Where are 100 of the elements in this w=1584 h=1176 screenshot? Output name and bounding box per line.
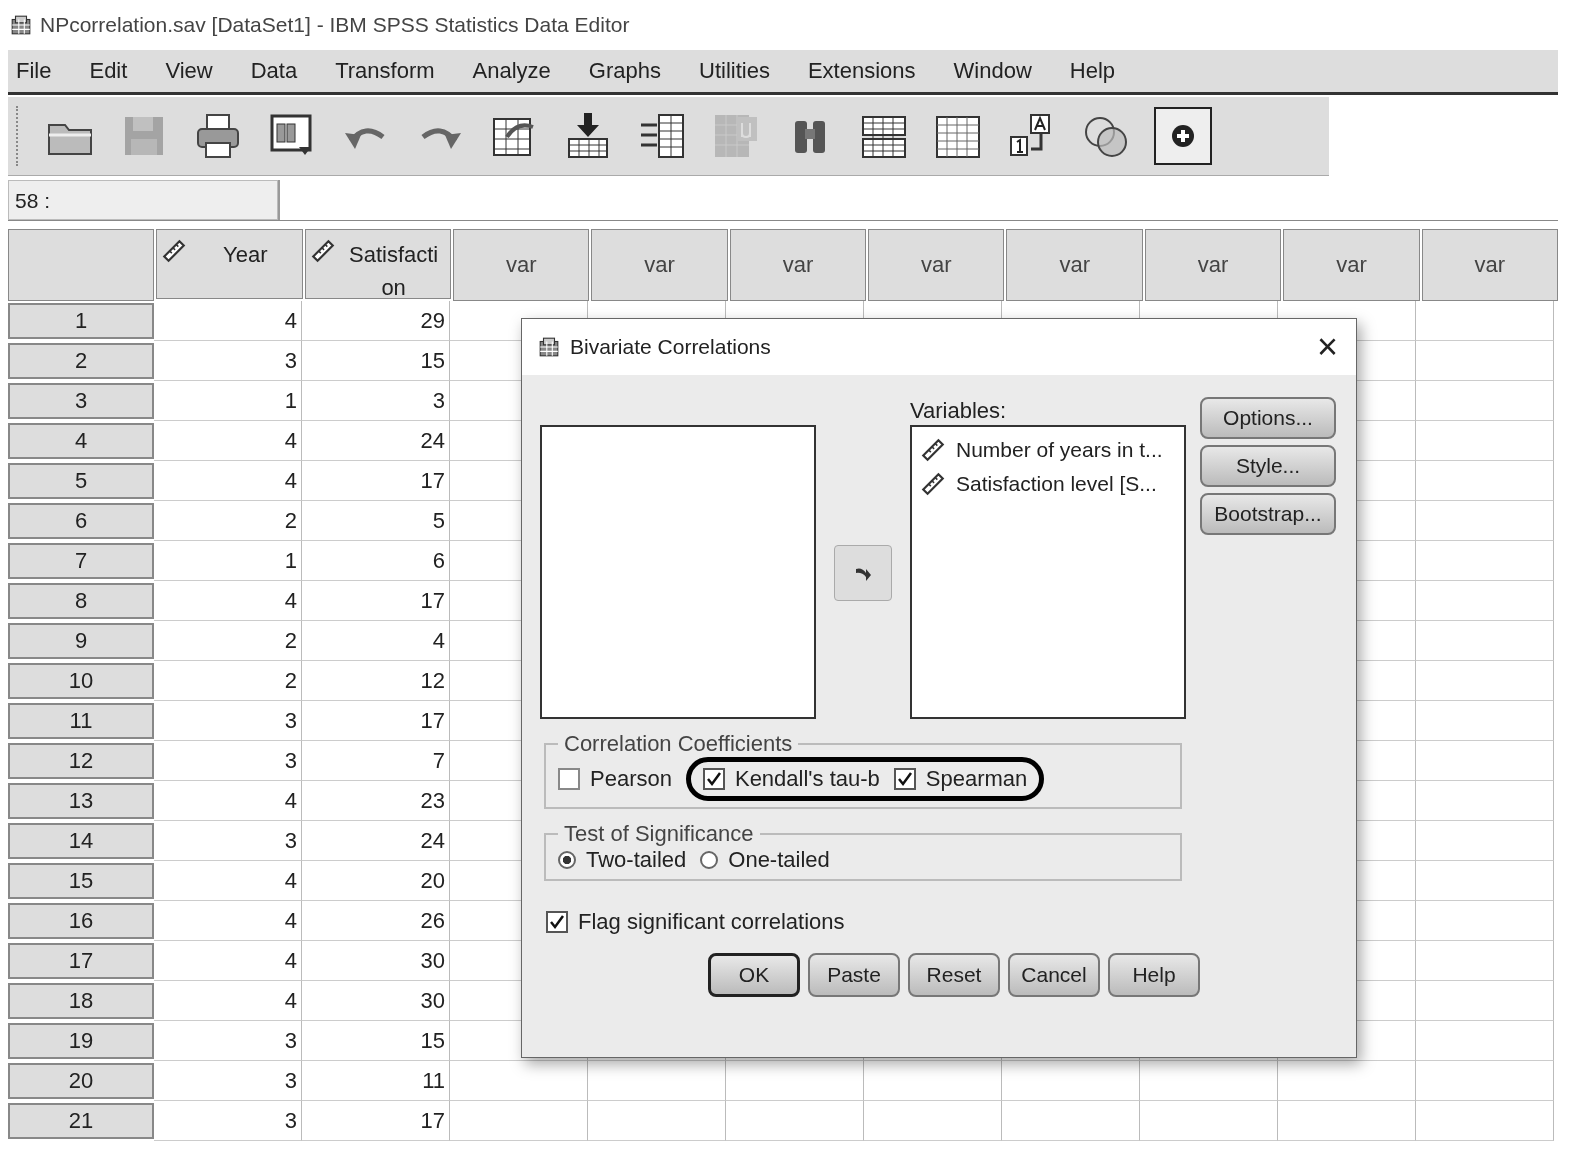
table-cell: 2 [154, 661, 302, 701]
close-button[interactable]: × [1298, 326, 1356, 368]
dialog-title: Bivariate Correlations [570, 335, 772, 359]
dialog-button[interactable]: Help [1108, 953, 1200, 997]
checkbox-label[interactable]: Pearson [590, 766, 672, 792]
row-number[interactable]: 9 [8, 623, 154, 659]
checkbox-label[interactable]: Spearman [925, 766, 1028, 792]
dialog-button[interactable]: OK [708, 953, 800, 997]
dialog-button[interactable]: Cancel [1008, 953, 1100, 997]
column-header[interactable]: var [453, 229, 590, 301]
row-number[interactable]: 7 [8, 543, 154, 579]
column-header[interactable]: var [1421, 229, 1558, 301]
menu-item[interactable]: Extensions [807, 58, 916, 84]
group-title: Correlation Coefficients [563, 731, 794, 757]
column-header[interactable]: var [729, 229, 867, 301]
menu-item[interactable]: Transform [335, 58, 435, 84]
menu-item[interactable]: Analyze [472, 58, 551, 84]
checkbox[interactable] [546, 911, 568, 933]
app-icon [538, 336, 560, 358]
variable-item[interactable]: Number of years in t... [956, 438, 1163, 462]
group-title: Test of Significance [563, 821, 755, 847]
dialog-button[interactable]: Reset [908, 953, 1000, 997]
dialog-button[interactable]: Style... [1200, 445, 1336, 487]
table-cell: 24 [302, 421, 450, 461]
checkbox[interactable] [702, 768, 725, 790]
column-name: var [1197, 252, 1229, 278]
row-number[interactable]: 19 [8, 1023, 154, 1059]
row-number[interactable]: 21 [8, 1103, 154, 1139]
row-number[interactable]: 17 [8, 943, 154, 979]
table-cell: 26 [302, 901, 450, 941]
menu-item[interactable]: Graphs [588, 58, 661, 84]
row-number[interactable]: 16 [8, 903, 154, 939]
checkbox-label[interactable]: Flag significant correlations [578, 909, 845, 935]
dialog-button[interactable]: Paste [808, 953, 900, 997]
menu-item[interactable]: View [165, 58, 213, 84]
menu-item[interactable]: Utilities [699, 58, 770, 84]
row-number[interactable]: 1 [8, 303, 154, 339]
checkbox[interactable] [558, 768, 580, 790]
table-cell: 17 [302, 581, 450, 621]
dialog-button[interactable]: Bootstrap... [1200, 493, 1336, 535]
checkbox-label[interactable]: Kendall's tau-b [734, 766, 880, 792]
menu-item[interactable]: Edit [89, 58, 128, 84]
variables-list[interactable]: Number of years in t... Satisfaction level [S... [910, 425, 1186, 719]
column-name: var [505, 252, 537, 278]
source-list[interactable] [540, 425, 816, 719]
table-cell: 4 [154, 581, 302, 621]
radio-button[interactable] [558, 851, 576, 869]
column-header[interactable]: Year [156, 229, 303, 299]
row-number[interactable]: 12 [8, 743, 154, 779]
table-cell: 3 [154, 741, 302, 781]
dialog-button[interactable]: Options... [1200, 397, 1336, 439]
move-arrow-button[interactable] [834, 545, 892, 601]
table-cell: 3 [302, 381, 450, 421]
table-cell: 2 [154, 621, 302, 661]
table-cell: 4 [154, 461, 302, 501]
column-header[interactable]: var [591, 229, 728, 301]
table-cell: 4 [154, 421, 302, 461]
table-cell: 15 [302, 1021, 450, 1061]
table-cell: 4 [154, 781, 302, 821]
menu-item[interactable]: Data [250, 58, 298, 84]
row-number[interactable]: 10 [8, 663, 154, 699]
table-cell: 1 [154, 381, 302, 421]
column-header[interactable]: var [1006, 229, 1143, 301]
row-number[interactable]: 4 [8, 423, 154, 459]
column-name: var [1059, 252, 1090, 278]
table-cell: 3 [154, 701, 302, 741]
menu-item[interactable]: Help [1069, 58, 1116, 84]
row-number[interactable]: 13 [8, 783, 154, 819]
row-number[interactable]: 6 [8, 503, 154, 539]
row-number[interactable]: 3 [8, 383, 154, 419]
column-header[interactable]: var [1283, 229, 1420, 301]
column-header[interactable]: var [868, 229, 1005, 301]
menu-item[interactable]: File [16, 58, 52, 84]
menu-item[interactable]: Window [953, 58, 1032, 84]
table-cell: 29 [302, 301, 450, 341]
checkbox[interactable] [893, 768, 916, 790]
radio-label[interactable]: One-tailed [728, 847, 830, 873]
column-header[interactable]: Satisfaction [304, 229, 451, 299]
row-number[interactable]: 18 [8, 983, 154, 1019]
row-number[interactable]: 14 [8, 823, 154, 859]
cell-reference: 58 : [8, 180, 278, 220]
radio-button[interactable] [700, 851, 719, 869]
column-header[interactable]: var [1144, 229, 1282, 301]
table-cell: 2 [154, 501, 302, 541]
row-number[interactable]: 11 [8, 703, 154, 739]
row-number[interactable]: 15 [8, 863, 154, 899]
row-number[interactable]: 8 [8, 583, 154, 619]
column-name: Year [222, 241, 269, 269]
radio-label[interactable]: Two-tailed [586, 847, 687, 873]
app-icon [10, 14, 32, 36]
row-number[interactable]: 2 [8, 343, 154, 379]
row-number[interactable]: 5 [8, 463, 154, 499]
table-cell: 30 [302, 941, 450, 981]
column-name: var [1474, 252, 1506, 278]
table-cell: 3 [154, 1061, 302, 1101]
table-cell: 3 [154, 821, 302, 861]
column-name: var [1336, 252, 1367, 278]
variable-item[interactable]: Satisfaction level [S... [956, 472, 1157, 496]
table-cell: 23 [302, 781, 450, 821]
row-number[interactable]: 20 [8, 1063, 154, 1099]
